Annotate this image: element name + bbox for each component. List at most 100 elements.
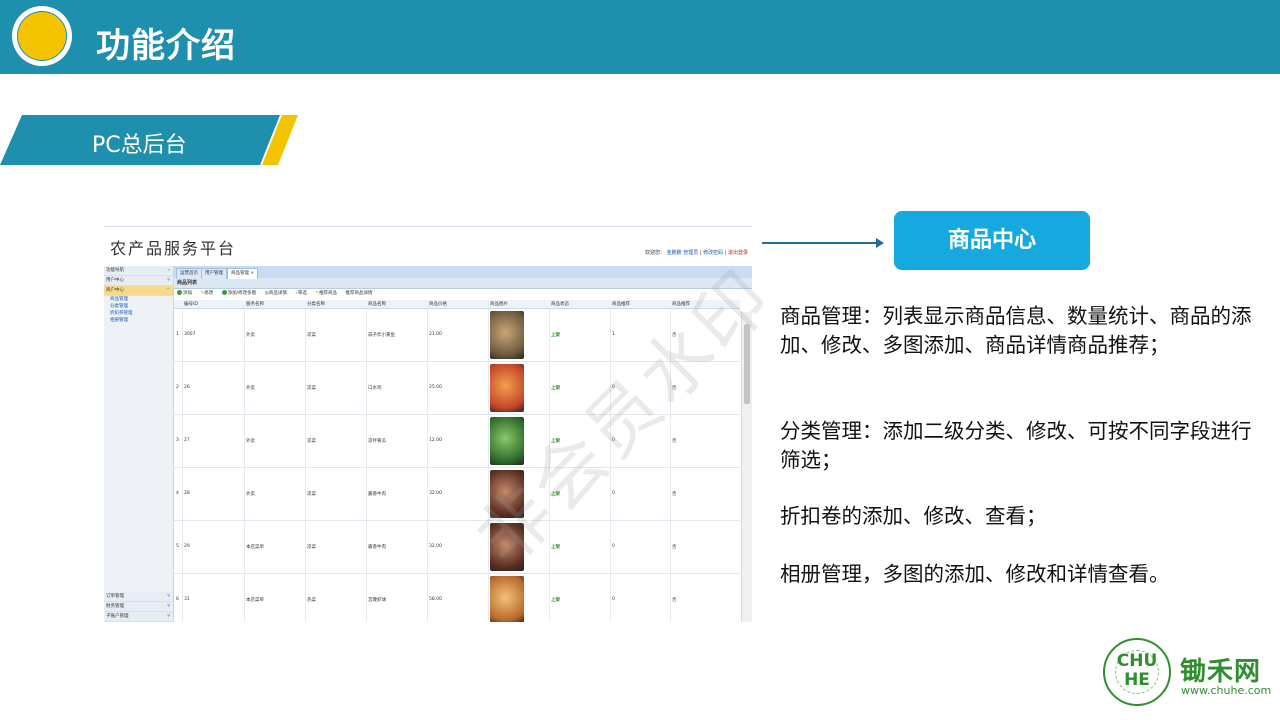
table-cell: 凉菜 bbox=[307, 492, 316, 497]
table-cell: 1 bbox=[176, 332, 179, 337]
table-cell: 2 bbox=[176, 385, 179, 390]
arrow-right-icon bbox=[876, 238, 884, 248]
brand-name: 锄禾网 bbox=[1180, 657, 1262, 687]
multi-image-button[interactable]: 添加/修改多图 bbox=[221, 290, 256, 296]
table-cell: 29 bbox=[184, 544, 190, 549]
table-cell: 宫爆虾球 bbox=[368, 598, 386, 603]
table-row[interactable]: 6 31 本店菜单 热菜 宫爆虾球 58.00 上架 0 否 bbox=[174, 574, 740, 622]
table-cell: 凉菜 bbox=[307, 386, 316, 391]
tab-ops-home[interactable]: 运营首页 bbox=[176, 268, 202, 279]
table-row[interactable]: 5 29 本店菜单 凉菜 酱香牛肉 32.00 上架 0 否 bbox=[174, 521, 740, 574]
description-album: 相册管理，多图的添加、修改和详情查看。 bbox=[780, 562, 1170, 586]
table-cell: 上架 bbox=[551, 598, 560, 603]
table-cell: 上架 bbox=[551, 386, 560, 391]
table-cell: 28 bbox=[184, 491, 190, 496]
table-cell: 本店菜单 bbox=[246, 545, 264, 550]
page-title: 功能介绍 bbox=[96, 26, 236, 66]
product-image[interactable] bbox=[490, 311, 524, 359]
filter-button[interactable]: ⌕筛选 bbox=[295, 291, 307, 296]
table-cell: 酱香牛肉 bbox=[368, 545, 386, 550]
panel-title: 商品列表 bbox=[174, 278, 752, 289]
description-goods: 商品管理：列表显示商品信息、数量统计、商品的添加、修改、多图添加、商品详情商品推… bbox=[780, 304, 1252, 357]
tab-bar: 运营首页 用户管理 商品管理 × bbox=[174, 266, 752, 279]
sidebar-sub-item[interactable]: 相册管理 bbox=[104, 317, 173, 324]
tab-user-manage[interactable]: 用户管理 bbox=[201, 268, 227, 279]
brand-url: www.chuhe.com bbox=[1181, 684, 1272, 697]
table-cell: 3007 bbox=[184, 332, 196, 337]
table-cell: 12.00 bbox=[429, 438, 442, 443]
description-category: 分类管理：添加二级分类、修改、可按不同字段进行筛选； bbox=[780, 419, 1252, 472]
table-cell: 凉拌黄瓜 bbox=[368, 439, 386, 444]
table-cell: 4 bbox=[176, 491, 179, 496]
recommend-details-button[interactable]: 推荐商品详情 bbox=[346, 291, 373, 296]
add-button[interactable]: 添加 bbox=[177, 290, 192, 296]
product-image[interactable] bbox=[490, 576, 524, 622]
sidebar-item-merchant-center[interactable]: 商户中心 ^ bbox=[104, 286, 173, 296]
table-cell: 否 bbox=[672, 545, 677, 550]
arrow-line bbox=[762, 242, 878, 244]
sidebar-item-user-center[interactable]: 用户中心 ¥ bbox=[104, 276, 173, 286]
table-cell: 否 bbox=[672, 598, 677, 603]
chevron-up-icon: ^ bbox=[166, 288, 170, 293]
table-cell: 外卖 bbox=[246, 492, 255, 497]
chevron-down-icon: ¥ bbox=[167, 604, 170, 609]
platform-brand: 农产品服务平台 bbox=[110, 239, 237, 258]
column-header[interactable]: 商品状态 bbox=[551, 301, 569, 307]
sidebar-item-orders[interactable]: 订单管理 ¥ bbox=[104, 592, 173, 602]
table-cell: 酱香牛肉 bbox=[368, 492, 386, 497]
table-cell: 3 bbox=[176, 438, 179, 443]
header-bar: 功能介绍 bbox=[0, 0, 1280, 74]
table-cell: 31 bbox=[184, 597, 190, 602]
table-cell: 蒜子炸小黄鱼 bbox=[368, 333, 395, 338]
add-icon bbox=[221, 290, 227, 295]
sidebar-item-subaccounts[interactable]: 子账户管理 ¥ bbox=[104, 612, 173, 622]
recommend-button[interactable]: ✎推荐商品 bbox=[315, 291, 337, 296]
table-cell: 否 bbox=[672, 492, 677, 497]
column-header[interactable]: 服务名称 bbox=[246, 301, 264, 307]
goods-center-button[interactable]: 商品中心 bbox=[894, 211, 1090, 270]
table-cell: 0 bbox=[612, 544, 615, 549]
welcome-text: 欢迎您： bbox=[645, 250, 666, 256]
sidebar-item-nav[interactable]: 功能导航 « bbox=[104, 266, 173, 276]
chevron-down-icon: ¥ bbox=[167, 594, 170, 599]
top-links: 欢迎您： 金鹏鹏 管理员 | 修改密码 | 退出登录 bbox=[645, 249, 748, 256]
user-link[interactable]: 金鹏鹏 管理员 bbox=[667, 250, 699, 256]
sidebar-sub-item[interactable]: 折扣券管理 bbox=[104, 310, 173, 317]
edit-button[interactable]: ✎修改 bbox=[200, 291, 213, 296]
table-cell: 5 bbox=[176, 544, 179, 549]
table-cell: 凉菜 bbox=[307, 545, 316, 550]
table-cell: 外卖 bbox=[246, 386, 255, 391]
column-header[interactable]: 商品推荐 bbox=[612, 301, 630, 307]
column-header[interactable]: 商品价格 bbox=[429, 301, 447, 307]
table-cell: 凉菜 bbox=[307, 439, 316, 444]
sidebar-item-finance[interactable]: 财务管理 ¥ bbox=[104, 602, 173, 612]
sidebar-sub-item[interactable]: 分类管理 bbox=[104, 303, 173, 310]
column-header[interactable]: 分类名称 bbox=[307, 301, 325, 307]
table-cell: 32.00 bbox=[429, 544, 442, 549]
chevron-down-icon: ¥ bbox=[167, 278, 170, 283]
table-cell: 58.00 bbox=[429, 597, 442, 602]
brand-mark: CHU HE bbox=[1116, 651, 1158, 690]
details-button[interactable]: ▤商品详情 bbox=[265, 291, 287, 296]
section-title: PC总后台 bbox=[92, 133, 187, 158]
table-cell: 外卖 bbox=[246, 439, 255, 444]
table-cell: 26 bbox=[184, 385, 190, 390]
table-cell: 1 bbox=[612, 332, 615, 337]
description-coupon: 折扣卷的添加、修改、查看； bbox=[780, 504, 1047, 528]
column-header[interactable]: 商品图片 bbox=[490, 301, 508, 307]
tab-goods-manage[interactable]: 商品管理 × bbox=[227, 268, 259, 279]
sidebar-sub-item[interactable]: 商品管理 bbox=[104, 296, 173, 303]
table-cell: 热菜 bbox=[307, 598, 316, 603]
table-cell: 凉菜 bbox=[307, 333, 316, 338]
column-header[interactable]: 商品名称 bbox=[368, 301, 386, 307]
table-cell: 32.00 bbox=[429, 491, 442, 496]
table-cell: 本店菜单 bbox=[246, 598, 264, 603]
table-cell: 外卖 bbox=[246, 333, 255, 338]
table-cell: 口水鸡 bbox=[368, 386, 382, 391]
table-cell: 27 bbox=[184, 438, 190, 443]
add-icon bbox=[177, 290, 182, 295]
product-image[interactable] bbox=[490, 364, 524, 412]
column-header[interactable]: 编号ID bbox=[184, 301, 198, 307]
table-cell: 0 bbox=[612, 597, 615, 602]
chevron-icon: « bbox=[167, 268, 170, 273]
